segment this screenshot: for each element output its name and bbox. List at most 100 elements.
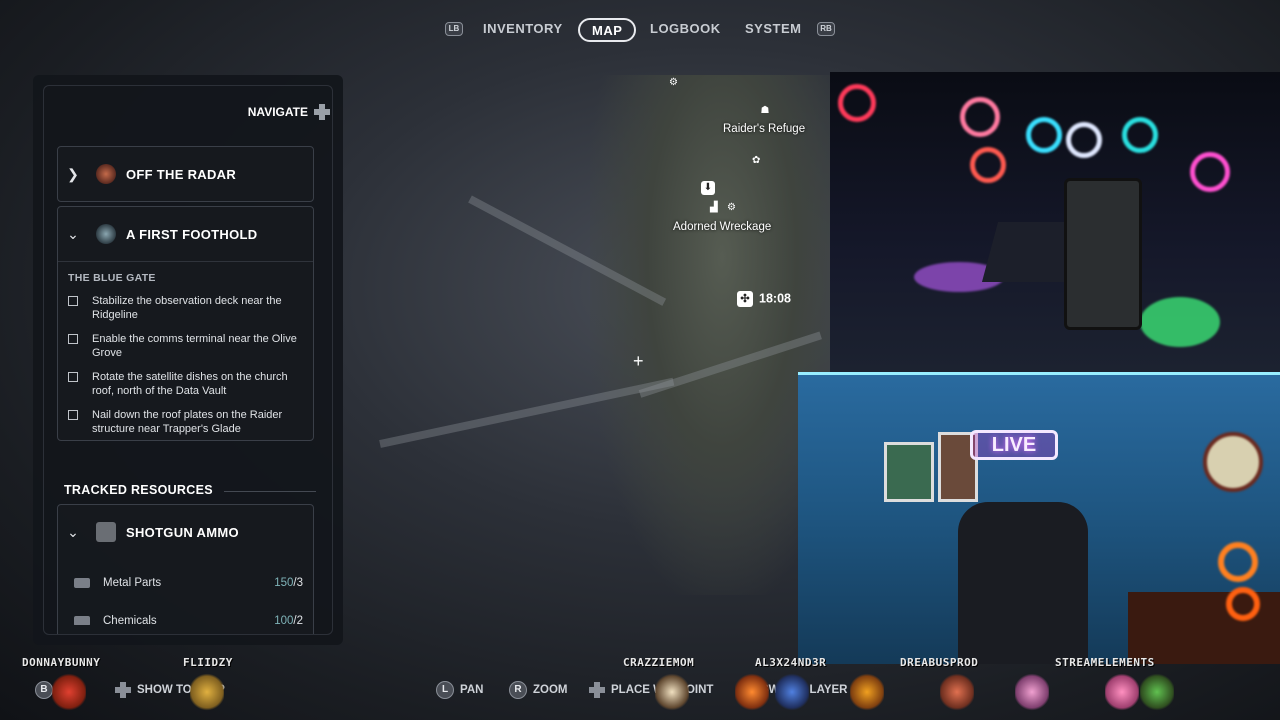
shotgun-ammo-icon bbox=[96, 522, 116, 542]
l-stick-icon: L bbox=[436, 680, 454, 699]
chat-sprite bbox=[655, 672, 689, 712]
fan-glow bbox=[1190, 152, 1230, 192]
quest-panel: NAVIGATE ❯ OFF THE RADAR ⌄ A FIRST FOOTH… bbox=[33, 75, 343, 645]
timer-icon: ✣ bbox=[737, 291, 753, 307]
resource-count: 150/3 bbox=[274, 577, 303, 589]
overlay-name: STREAMELEMENTS bbox=[1055, 656, 1155, 669]
map-timer: ✣ 18:08 bbox=[737, 291, 791, 307]
chat-sprite bbox=[1105, 672, 1139, 712]
navigate-label: NAVIGATE bbox=[247, 105, 308, 119]
hint-pan[interactable]: L PAN bbox=[436, 680, 483, 700]
chevron-down-icon: ⌄ bbox=[67, 225, 79, 242]
crosshair-icon: + bbox=[633, 351, 644, 371]
b-button-icon: B bbox=[35, 680, 53, 699]
fan-glow bbox=[960, 97, 1000, 137]
overlay-name: DREABUSPROD bbox=[900, 656, 979, 669]
resource-need: /2 bbox=[293, 615, 303, 625]
chat-sprite bbox=[1140, 672, 1174, 712]
map-marker-icon[interactable]: ✿ bbox=[752, 155, 760, 166]
map-marker-icon[interactable]: ⚙ bbox=[727, 202, 736, 213]
map-marker-icon[interactable]: ▟ bbox=[710, 202, 718, 213]
r-stick-icon: R bbox=[509, 680, 527, 699]
resource-count: 100/2 bbox=[274, 615, 303, 625]
led-strip bbox=[798, 372, 1280, 375]
chemicals-icon bbox=[74, 616, 90, 625]
quest-panel-inner: NAVIGATE ❯ OFF THE RADAR ⌄ A FIRST FOOTH… bbox=[43, 85, 333, 635]
quest-header[interactable]: ⌄ A FIRST FOOTHOLD bbox=[58, 207, 313, 261]
fan-glow bbox=[1122, 117, 1158, 153]
quest-objectives: THE BLUE GATE Stabilize the observation … bbox=[58, 261, 313, 436]
chat-sprite bbox=[850, 672, 884, 712]
checkbox[interactable] bbox=[68, 372, 78, 382]
raiders-refuge-icon[interactable]: ☗ bbox=[758, 104, 772, 118]
fan-glow bbox=[970, 147, 1006, 183]
dpad-icon bbox=[589, 681, 605, 698]
resource-row: Metal Parts 150/3 bbox=[70, 575, 303, 593]
hint-zoom[interactable]: R ZOOM bbox=[509, 680, 568, 700]
overlay-name: FLIIDZY bbox=[183, 656, 233, 669]
quest-title: A FIRST FOOTHOLD bbox=[126, 226, 258, 242]
lb-bumper-icon[interactable]: LB bbox=[445, 22, 463, 36]
quest-header[interactable]: ❯ OFF THE RADAR bbox=[58, 147, 313, 201]
map-marker-icon[interactable]: ⚙ bbox=[669, 77, 678, 88]
tracked-title: SHOTGUN AMMO bbox=[126, 524, 239, 540]
tracked-card-shotgun-ammo[interactable]: ⌄ SHOTGUN AMMO Metal Parts 150/3 Chemica… bbox=[57, 504, 314, 634]
chat-sprite bbox=[52, 672, 86, 712]
metal-parts-icon bbox=[74, 578, 90, 588]
tab-map[interactable]: MAP bbox=[578, 18, 637, 42]
rb-bumper-icon[interactable]: RB bbox=[817, 22, 835, 36]
quest-subheading: THE BLUE GATE bbox=[68, 272, 156, 284]
tracked-resources-heading: TRACKED RESOURCES bbox=[64, 483, 213, 497]
tab-inventory[interactable]: INVENTORY bbox=[483, 18, 563, 42]
live-sign: LIVE bbox=[970, 430, 1058, 460]
tracked-header[interactable]: ⌄ SHOTGUN AMMO bbox=[58, 505, 313, 559]
map-label-raiders-refuge[interactable]: Raider's Refuge bbox=[723, 123, 805, 135]
checkbox[interactable] bbox=[68, 334, 78, 344]
overlay-name: CRAZZIEMOM bbox=[623, 656, 695, 669]
map-label-adorned-wreckage[interactable]: Adorned Wreckage bbox=[673, 221, 771, 233]
objective-text: Enable the comms terminal near the Olive… bbox=[92, 333, 297, 359]
tab-logbook[interactable]: LOGBOOK bbox=[650, 18, 721, 42]
resource-have: 150 bbox=[274, 577, 294, 589]
overlay-name: DONNAYBUNNY bbox=[22, 656, 101, 669]
quest-card-a-first-foothold[interactable]: ⌄ A FIRST FOOTHOLD THE BLUE GATE Stabili… bbox=[57, 206, 314, 441]
objective-text: Stabilize the observation deck near the … bbox=[92, 295, 282, 321]
chat-sprite bbox=[940, 672, 974, 712]
hint-label: ZOOM bbox=[533, 684, 568, 696]
quest-card-off-the-radar[interactable]: ❯ OFF THE RADAR bbox=[57, 146, 314, 202]
hint-label: PAN bbox=[460, 684, 484, 696]
quest-emblem-icon bbox=[96, 164, 116, 184]
phone-screen bbox=[1064, 178, 1142, 330]
quest-emblem-icon bbox=[96, 224, 116, 244]
objective-text: Nail down the roof plates on the Raider … bbox=[92, 409, 283, 435]
chevron-right-icon: ❯ bbox=[67, 165, 79, 182]
gaming-chair bbox=[958, 502, 1088, 664]
map-terrain[interactable] bbox=[590, 75, 830, 595]
checkbox[interactable] bbox=[68, 410, 78, 420]
poster bbox=[884, 442, 934, 502]
dpad-icon bbox=[115, 681, 131, 698]
fan-glow bbox=[1026, 117, 1062, 153]
objective-item[interactable]: Rotate the satellite dishes on the churc… bbox=[58, 370, 313, 398]
dpad-icon bbox=[314, 104, 330, 120]
checkbox[interactable] bbox=[68, 296, 78, 306]
objective-item[interactable]: Nail down the roof plates on the Raider … bbox=[58, 408, 313, 436]
overlay-name: AL3X24ND3R bbox=[755, 656, 827, 669]
tab-system[interactable]: SYSTEM bbox=[745, 18, 801, 42]
mouse-glow bbox=[1140, 297, 1220, 347]
objective-item[interactable]: Stabilize the observation deck near the … bbox=[58, 294, 313, 322]
fan-glow bbox=[1218, 542, 1258, 582]
webcam-room bbox=[798, 372, 1280, 664]
objective-item[interactable]: Enable the comms terminal near the Olive… bbox=[58, 332, 313, 360]
chat-sprite bbox=[1015, 672, 1049, 712]
dartboard bbox=[1203, 432, 1263, 492]
chat-sprite bbox=[190, 672, 224, 712]
resource-have: 100 bbox=[274, 615, 294, 625]
quest-pin-icon[interactable]: ⬇ bbox=[701, 181, 715, 195]
stream-overlay-names: DONNAYBUNNY FLIIDZY CRAZZIEMOM AL3X24ND3… bbox=[0, 656, 1280, 670]
resource-need: /3 bbox=[293, 577, 303, 589]
chevron-down-icon: ⌄ bbox=[67, 523, 79, 540]
quest-title: OFF THE RADAR bbox=[126, 166, 237, 182]
navigate-hint[interactable]: NAVIGATE bbox=[210, 104, 330, 124]
hint-place-waypoint[interactable]: PLACE WAYPOINT bbox=[589, 680, 713, 700]
